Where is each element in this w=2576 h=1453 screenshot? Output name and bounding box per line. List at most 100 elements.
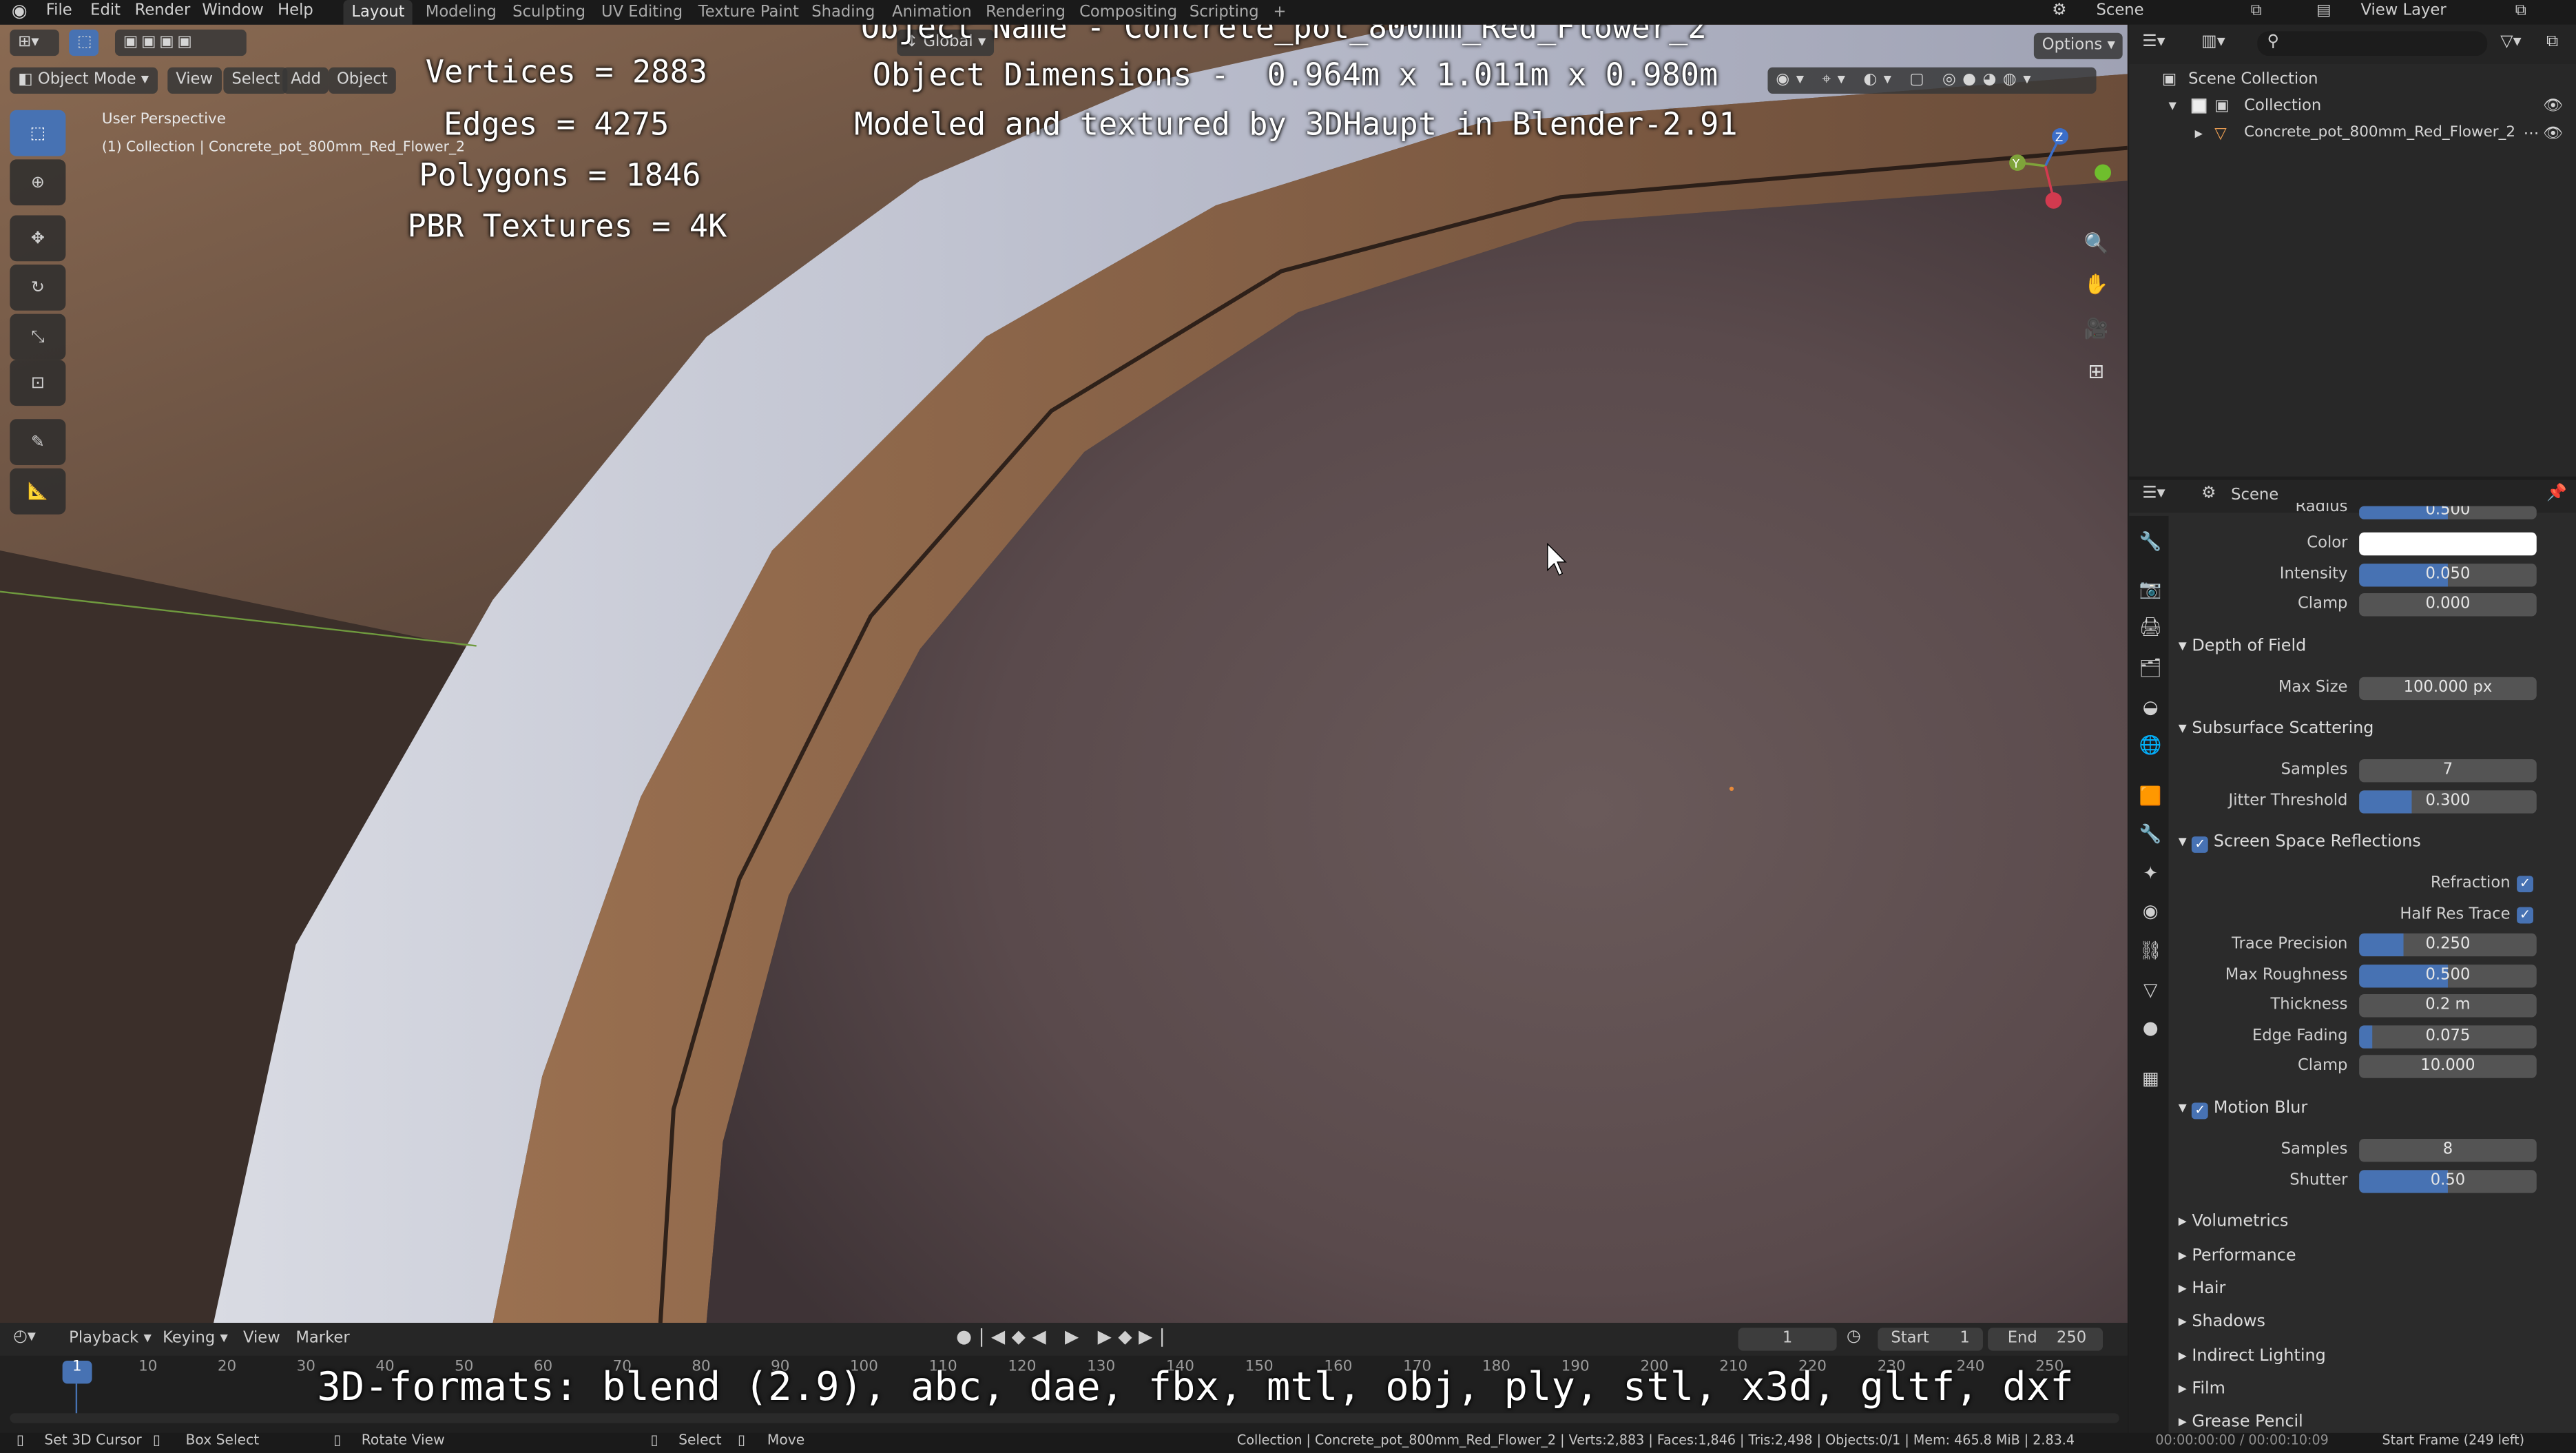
menu-view[interactable]: View <box>167 67 221 94</box>
cursor-tool[interactable]: ⊕ <box>10 159 66 206</box>
visibility-eye-icon[interactable]: 👁 <box>2543 92 2563 121</box>
collection-checkbox[interactable] <box>2191 99 2207 114</box>
menu-playback[interactable]: Playback ▾ <box>69 1330 152 1348</box>
section-film[interactable]: ▸ Film <box>2179 1381 2225 1399</box>
object-tab-icon[interactable]: 🟧 <box>2136 781 2165 810</box>
rotate-tool[interactable]: ↻ <box>10 265 66 311</box>
mb-samples-field[interactable]: 8 <box>2359 1138 2537 1162</box>
constraints-tab-icon[interactable]: ⛓ <box>2136 935 2165 965</box>
outliner-editor-icon[interactable]: ☰▾ <box>2142 33 2165 51</box>
outliner-search-input[interactable]: ⚲ <box>2257 31 2488 56</box>
options-dropdown[interactable]: Options ▾ <box>2033 32 2123 59</box>
tab-animation[interactable]: Animation <box>884 0 979 25</box>
radius-field[interactable]: 0.500 <box>2359 506 2537 519</box>
new-view-layer-icon[interactable]: ⧉ <box>2515 0 2526 25</box>
new-scene-icon[interactable]: ⧉ <box>2251 0 2262 25</box>
measure-tool[interactable]: 📐 <box>10 468 66 515</box>
playback-controls[interactable]: ●|◀◆◀ ▶ ▶◆▶| <box>956 1326 1172 1348</box>
ssr-thickness-field[interactable]: 0.2 m <box>2359 994 2537 1018</box>
ao-color-swatch[interactable] <box>2359 532 2537 556</box>
ssr-clamp-field[interactable]: 10.000 <box>2359 1055 2537 1078</box>
shading-overlay-controls[interactable]: ◉▾ ⌖▾ ◐▾ ▢ ◎●◕◍▾ <box>1767 67 2097 94</box>
section-indirect-lighting[interactable]: ▸ Indirect Lighting <box>2179 1348 2326 1366</box>
display-mode-icon[interactable]: ▥▾ <box>2201 33 2225 51</box>
tab-uv-editing[interactable]: UV Editing <box>593 0 691 25</box>
scene-selector[interactable]: Scene <box>2097 0 2144 25</box>
zoom-icon[interactable]: 🔍 <box>2080 227 2113 260</box>
tab-texture-paint[interactable]: Texture Paint <box>690 0 807 25</box>
properties-editor-icon[interactable]: ☰▾ <box>2142 485 2165 503</box>
navigation-gizmo[interactable]: Z Y <box>1996 120 2119 218</box>
sss-jitter-slider[interactable]: 0.300 <box>2359 790 2537 814</box>
object-mode-dropdown[interactable]: ◧ Object Mode ▾ <box>10 67 158 94</box>
tool-tab-icon[interactable]: 🔧 <box>2136 526 2165 555</box>
ssr-trace-precision-slider[interactable]: 0.250 <box>2359 933 2537 957</box>
scene-tab-icon-side[interactable]: ◒ <box>2136 692 2165 721</box>
motion-blur-checkbox[interactable]: ✓ <box>2192 1102 2209 1120</box>
menu-file[interactable]: File <box>46 0 72 25</box>
menu-edit[interactable]: Edit <box>90 0 121 25</box>
section-shadows[interactable]: ▸ Shadows <box>2179 1313 2265 1331</box>
select-tool-icon[interactable]: ⬚ <box>69 29 99 56</box>
section-performance[interactable]: ▸ Performance <box>2179 1247 2296 1265</box>
section-screen-space-reflections[interactable]: ▾ ✓ Screen Space Reflections <box>2179 833 2421 853</box>
outliner-scene-collection[interactable]: ▣ Scene Collection <box>2129 65 2576 94</box>
section-volumetrics[interactable]: ▸ Volumetrics <box>2179 1213 2289 1230</box>
section-hair[interactable]: ▸ Hair <box>2179 1280 2226 1298</box>
menu-window[interactable]: Window <box>202 0 263 25</box>
add-workspace-button[interactable]: + <box>1265 0 1295 25</box>
output-tab-icon[interactable]: 🖨 <box>2136 611 2165 641</box>
ortho-grid-icon[interactable]: ⊞ <box>2080 355 2113 388</box>
section-grease-pencil[interactable]: ▸ Grease Pencil <box>2179 1413 2303 1430</box>
ssr-enable-checkbox[interactable]: ✓ <box>2192 836 2209 853</box>
particles-tab-icon[interactable]: ✦ <box>2136 858 2165 887</box>
modifier-tab-icon[interactable]: 🔧 <box>2136 818 2165 848</box>
new-collection-icon[interactable]: ⧉ <box>2546 33 2558 51</box>
scale-tool[interactable]: ⤡ <box>10 313 66 360</box>
ssr-max-roughness-slider[interactable]: 0.500 <box>2359 965 2537 988</box>
transform-tool[interactable]: ⊡ <box>10 360 66 406</box>
filter-icon[interactable]: ▽▾ <box>2500 33 2521 51</box>
section-depth-of-field[interactable]: ▾ Depth of Field <box>2179 637 2306 655</box>
tab-modeling[interactable]: Modeling <box>417 0 505 25</box>
menu-help[interactable]: Help <box>278 0 313 25</box>
menu-add[interactable]: Add <box>282 67 330 94</box>
menu-select[interactable]: Select <box>223 67 289 94</box>
annotate-tool[interactable]: ✎ <box>10 419 66 466</box>
world-tab-icon[interactable]: 🌐 <box>2136 730 2165 759</box>
select-box-tool[interactable]: ⬚ <box>10 110 66 156</box>
timeline-scrollbar[interactable] <box>10 1413 2119 1423</box>
ssr-half-res-checkbox[interactable]: ✓ <box>2517 907 2533 924</box>
tab-scripting[interactable]: Scripting <box>1181 0 1267 25</box>
editor-type-button[interactable]: ⊞▾ <box>10 29 59 56</box>
data-tab-icon[interactable]: ▽ <box>2136 974 2165 1004</box>
ao-intensity-slider[interactable]: 0.050 <box>2359 564 2537 587</box>
ssr-refraction-checkbox[interactable]: ✓ <box>2517 876 2533 893</box>
3d-viewport[interactable]: ⊞▾ ⬚ ▣▣▣▣ ◧ Object Mode ▾ View Select Ad… <box>0 24 2128 1323</box>
section-subsurface-scattering[interactable]: ▾ Subsurface Scattering <box>2179 720 2374 738</box>
start-frame-field[interactable]: Start 1 <box>1878 1328 1983 1351</box>
outliner-collection[interactable]: ▾ ▣ Collection 👁 <box>2129 92 2576 121</box>
tab-sculpting[interactable]: Sculpting <box>504 0 594 25</box>
tab-layout[interactable]: Layout <box>343 0 413 25</box>
tab-shading[interactable]: Shading <box>803 0 883 25</box>
material-tab-icon[interactable]: ● <box>2136 1012 2165 1042</box>
pin-icon[interactable]: 📌 <box>2546 485 2567 503</box>
render-tab-icon[interactable]: 📷 <box>2136 573 2165 603</box>
physics-tab-icon[interactable]: ◉ <box>2136 896 2165 925</box>
outliner-object[interactable]: ▸ ▽ Concrete_pot_800mm_Red_Flower_2 ⋯ 👁 <box>2129 120 2576 148</box>
expand-chevron-icon[interactable]: ▾ <box>2168 92 2176 121</box>
tab-compositing[interactable]: Compositing <box>1071 0 1185 25</box>
move-tool[interactable]: ✥ <box>10 215 66 262</box>
view-layer-tab-icon[interactable]: 🗂 <box>2136 652 2165 682</box>
end-frame-field[interactable]: End 250 <box>1988 1328 2104 1351</box>
ao-clamp-field[interactable]: 0.000 <box>2359 593 2537 617</box>
menu-render[interactable]: Render <box>135 0 191 25</box>
selection-mode-icons[interactable]: ▣▣▣▣ <box>114 29 247 56</box>
section-motion-blur[interactable]: ▾ ✓ Motion Blur <box>2179 1100 2307 1120</box>
expand-arrow-icon[interactable]: ▸ <box>2195 120 2203 148</box>
dof-max-size-field[interactable]: 100.000 px <box>2359 677 2537 701</box>
object-eye-icon[interactable]: 👁 <box>2543 120 2563 148</box>
current-frame-field[interactable]: 1 <box>1738 1328 1837 1351</box>
blender-logo-icon[interactable]: ◉ <box>12 0 28 25</box>
